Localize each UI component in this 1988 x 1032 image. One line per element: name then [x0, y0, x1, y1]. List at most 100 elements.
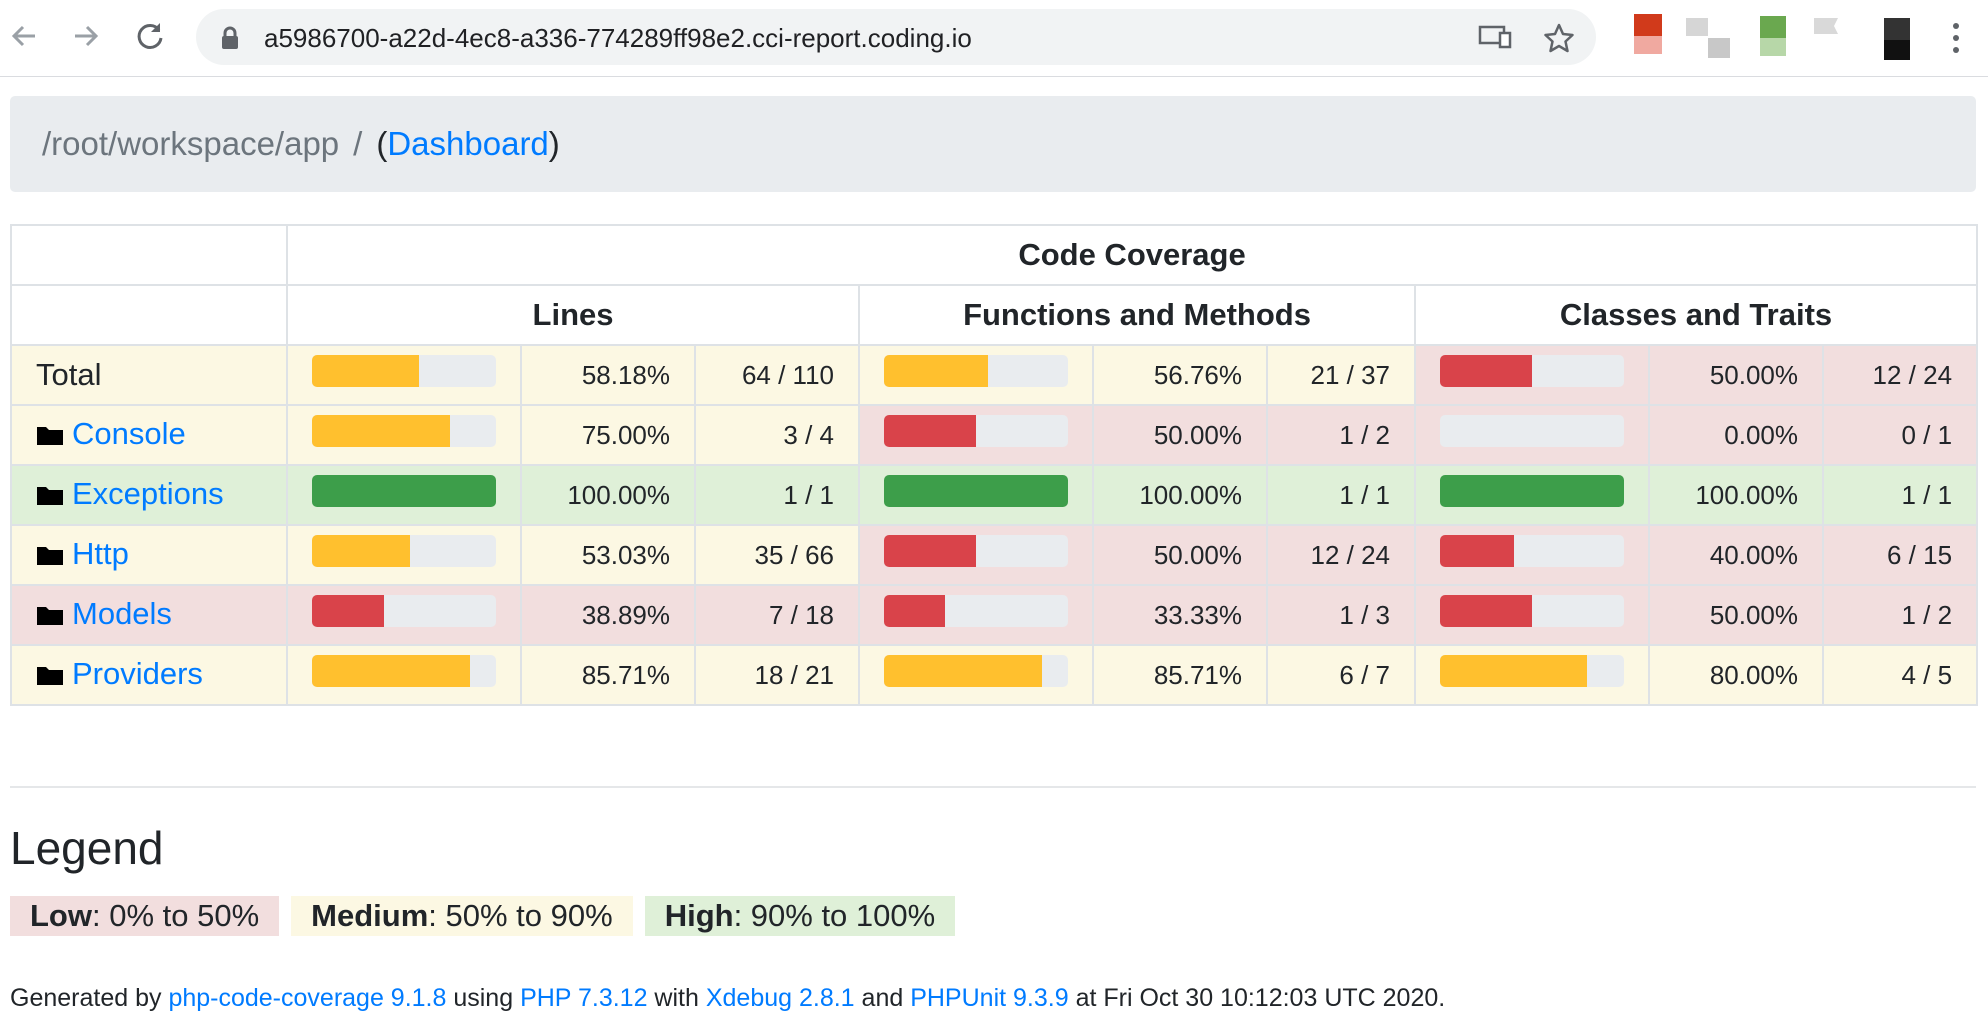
dashboard-link[interactable]: Dashboard: [387, 125, 548, 162]
progress-bar: [1440, 655, 1624, 687]
lines-header: Lines: [286, 284, 860, 346]
progress-bar: [1440, 355, 1624, 387]
legend: Low: 0% to 50% Medium: 50% to 90% High: …: [10, 896, 967, 936]
directory-link[interactable]: Console: [72, 416, 186, 451]
directory-link[interactable]: Exceptions: [72, 476, 224, 511]
classes-ratio: 12 / 24: [1821, 344, 1979, 406]
folder-icon: [36, 418, 64, 454]
legend-high-range: : 90% to 100%: [733, 898, 936, 933]
menu-icon[interactable]: [1950, 20, 1962, 56]
footer-text: at Fri Oct 30 10:12:03 UTC 2020.: [1068, 984, 1446, 1012]
row-name-cell: Models: [10, 584, 288, 646]
classes-percent: 50.00%: [1648, 584, 1824, 646]
functions-bar-cell: [858, 344, 1094, 406]
progress-bar-fill: [884, 415, 976, 447]
browser-toolbar: a5986700-a22d-4ec8-a336-774289ff98e2.cci…: [0, 0, 1988, 77]
lines-percent: 75.00%: [520, 404, 696, 466]
classes-bar-cell: [1414, 524, 1650, 586]
lines-ratio: 3 / 4: [694, 404, 860, 466]
classes-bar-cell: [1414, 644, 1650, 706]
empty-header-cell: [10, 224, 288, 286]
functions-ratio: 1 / 1: [1266, 464, 1416, 526]
classes-header: Classes and Traits: [1413, 284, 1979, 346]
lines-bar-cell: [286, 344, 522, 406]
legend-title: Legend: [10, 822, 164, 874]
progress-bar: [884, 355, 1068, 387]
extension-icon[interactable]: [1812, 14, 1842, 62]
progress-bar: [312, 415, 496, 447]
classes-percent: 100.00%: [1648, 464, 1824, 526]
footer-text: Generated by: [10, 984, 169, 1012]
progress-bar-fill: [1440, 475, 1624, 507]
progress-bar: [1440, 535, 1624, 567]
classes-bar-cell: [1414, 344, 1650, 406]
php-link[interactable]: PHP 7.3.12: [520, 984, 647, 1012]
progress-bar-fill: [884, 355, 989, 387]
table-row: Total 58.18% 64 / 110 56.76% 21 / 37 50.00% 12…: [10, 344, 1979, 406]
breadcrumb-open-paren: (: [376, 125, 388, 162]
reload-icon[interactable]: [132, 18, 168, 54]
row-name-cell: Http: [10, 524, 288, 586]
functions-percent: 33.33%: [1092, 584, 1268, 646]
functions-ratio: 21 / 37: [1266, 344, 1416, 406]
table-row: Http 53.03% 35 / 66 50.00% 12 / 24 40.00% 6 / …: [10, 524, 1979, 586]
functions-bar-cell: [858, 644, 1094, 706]
legend-medium-range: : 50% to 90%: [428, 898, 613, 933]
directory-link[interactable]: Http: [72, 536, 129, 571]
classes-percent: 80.00%: [1648, 644, 1824, 706]
progress-bar-fill: [884, 595, 946, 627]
extension-icon[interactable]: [1686, 14, 1730, 62]
lines-percent: 38.89%: [520, 584, 696, 646]
progress-bar-fill: [884, 655, 1042, 687]
classes-percent: 0.00%: [1648, 404, 1824, 466]
progress-bar-fill: [312, 415, 450, 447]
progress-bar: [312, 355, 496, 387]
classes-ratio: 6 / 15: [1821, 524, 1979, 586]
address-bar[interactable]: a5986700-a22d-4ec8-a336-774289ff98e2.cci…: [196, 9, 1596, 65]
lines-ratio: 7 / 18: [694, 584, 860, 646]
progress-bar-fill: [312, 535, 410, 567]
forward-arrow-icon[interactable]: [68, 18, 104, 54]
lines-percent: 100.00%: [520, 464, 696, 526]
row-name-cell: Total: [10, 344, 288, 406]
progress-bar-fill: [1440, 535, 1514, 567]
lines-ratio: 64 / 110: [694, 344, 860, 406]
progress-bar: [884, 535, 1068, 567]
progress-bar-fill: [1440, 595, 1532, 627]
legend-medium: Medium: 50% to 90%: [291, 896, 633, 936]
directory-link[interactable]: Providers: [72, 656, 203, 691]
directory-link[interactable]: Models: [72, 596, 172, 631]
extension-icon[interactable]: [1884, 14, 1914, 62]
cast-icon[interactable]: [1478, 23, 1512, 56]
progress-bar: [884, 475, 1068, 507]
footer-text: using: [446, 984, 521, 1012]
lines-percent: 85.71%: [520, 644, 696, 706]
footer-text: with: [647, 984, 706, 1012]
progress-bar-fill: [312, 595, 384, 627]
classes-ratio: 4 / 5: [1821, 644, 1979, 706]
lines-percent: 53.03%: [520, 524, 696, 586]
extension-icon[interactable]: [1760, 14, 1790, 62]
lines-bar-cell: [286, 524, 522, 586]
progress-bar-fill: [312, 355, 420, 387]
phpunit-link[interactable]: PHPUnit 9.3.9: [910, 984, 1068, 1012]
functions-bar-cell: [858, 524, 1094, 586]
breadcrumb: /root/workspace/app / (Dashboard): [10, 96, 1976, 192]
classes-bar-cell: [1414, 464, 1650, 526]
progress-bar: [1440, 595, 1624, 627]
xdebug-link[interactable]: Xdebug 2.8.1: [706, 984, 855, 1012]
progress-bar: [884, 415, 1068, 447]
lines-ratio: 1 / 1: [694, 464, 860, 526]
functions-percent: 50.00%: [1092, 404, 1268, 466]
extension-icon[interactable]: [1634, 14, 1664, 62]
legend-low-range: : 0% to 50%: [92, 898, 260, 933]
legend-low: Low: 0% to 50%: [10, 896, 280, 936]
progress-bar: [312, 595, 496, 627]
php-code-coverage-link[interactable]: php-code-coverage 9.1.8: [168, 984, 446, 1012]
progress-bar: [1440, 415, 1624, 447]
progress-bar-fill: [312, 475, 496, 507]
star-icon[interactable]: [1544, 23, 1574, 58]
back-arrow-icon[interactable]: [6, 18, 42, 54]
url-text[interactable]: a5986700-a22d-4ec8-a336-774289ff98e2.cci…: [264, 23, 972, 54]
folder-icon: [36, 478, 64, 514]
